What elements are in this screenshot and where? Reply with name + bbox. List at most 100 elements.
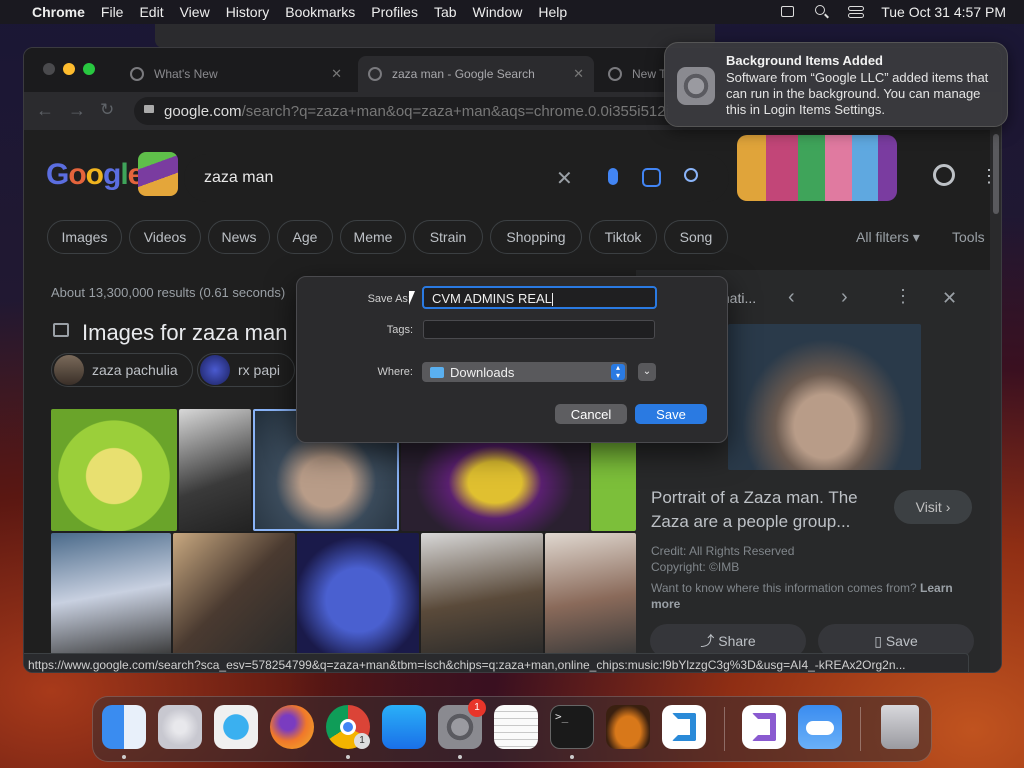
address-host: google.com [164,102,242,120]
close-window-button[interactable] [43,63,55,75]
menu-history[interactable]: History [218,4,278,20]
search-box[interactable]: zaza man ✕ [184,154,729,202]
zoom-window-button[interactable] [83,63,95,75]
forward-arrow-icon[interactable]: → [68,100,86,121]
filter-chip-images[interactable]: Images [47,220,122,254]
dock-separator [724,707,725,751]
preview-title[interactable]: Portrait of a Zaza man. The Zaza are a p… [651,486,891,534]
image-result[interactable] [179,409,251,531]
running-indicator [122,755,126,759]
tags-label: Tags: [386,324,413,336]
google-favicon-icon [130,67,144,81]
settings-gear-icon[interactable] [933,164,955,186]
page-scrollbar[interactable] [990,130,1001,672]
dock-garageband-icon[interactable] [606,705,650,749]
image-result[interactable] [297,533,419,655]
close-panel-icon[interactable]: ✕ [942,288,957,309]
next-image-icon[interactable]: › [841,286,848,309]
running-indicator [346,755,350,759]
microphone-icon[interactable] [608,168,618,185]
filter-chip-shopping[interactable]: Shopping [490,220,582,254]
where-popup-button[interactable]: Downloads ▴ ▾ [422,362,627,382]
google-doodle-logo[interactable]: Google [46,152,178,196]
filter-chip-song[interactable]: Song [664,220,728,254]
menu-bookmarks[interactable]: Bookmarks [277,4,363,20]
filter-chip-videos[interactable]: Videos [129,220,201,254]
menu-view[interactable]: View [172,4,218,20]
menu-help[interactable]: Help [530,4,575,20]
back-arrow-icon[interactable]: ← [36,100,54,121]
menu-file[interactable]: File [93,4,132,20]
notification-title: Background Items Added [726,53,883,68]
clear-search-icon[interactable]: ✕ [556,166,573,191]
menu-edit[interactable]: Edit [131,4,171,20]
dock-weather-icon[interactable] [798,705,842,749]
dock-firefox-icon[interactable] [270,705,314,749]
tools-button[interactable]: Tools [952,229,985,245]
menu-app-name[interactable]: Chrome [24,4,93,20]
tab-zaza-man[interactable]: zaza man - Google Search ✕ [358,56,594,92]
filter-chip-tiktok[interactable]: Tiktok [589,220,657,254]
expand-dialog-button[interactable]: ⌄ [638,363,656,381]
preview-image[interactable] [728,324,921,470]
related-search-zaza-pachulia[interactable]: zaza pachulia [51,353,193,387]
filter-chip-news[interactable]: News [208,220,270,254]
all-filters-label: All filters [856,229,909,245]
control-center-icon[interactable] [848,5,865,19]
background-items-notification[interactable]: Background Items Added Software from “Go… [664,42,1008,127]
save-button[interactable]: Save [635,404,707,424]
close-tab-icon[interactable]: ✕ [573,66,584,82]
image-result[interactable] [51,409,177,531]
address-path: /search?q=zaza+man&oq=zaza+man&aqs=chrom… [241,102,669,120]
filter-chip-strain[interactable]: Strain [413,220,483,254]
filename-field[interactable]: CVM ADMINS REAL [422,286,657,309]
menu-tab[interactable]: Tab [426,4,465,20]
running-indicator [570,755,574,759]
menu-profiles[interactable]: Profiles [363,4,426,20]
running-indicator [458,755,462,759]
all-filters-button[interactable]: All filters ▾ [856,229,920,246]
image-result[interactable] [545,533,636,655]
cancel-button[interactable]: Cancel [555,404,627,424]
tab-label: zaza man - Google Search [392,67,535,81]
dock-vscode-icon[interactable] [662,705,706,749]
dock-textedit-icon[interactable] [494,705,538,749]
previous-image-icon[interactable]: ‹ [788,286,795,309]
dock-launchpad-icon[interactable] [158,705,202,749]
tab-whats-new[interactable]: What's New ✕ [120,56,352,92]
dock-trash-icon[interactable] [881,705,919,749]
results-stats: About 13,300,000 results (0.61 seconds) [51,285,286,300]
image-result[interactable] [173,533,295,655]
tags-field[interactable] [423,320,655,339]
dock-chrome-icon[interactable]: 1 [326,705,370,749]
visit-button[interactable]: Visit › [894,490,972,524]
image-result[interactable] [51,533,171,655]
image-result[interactable] [421,533,543,655]
menu-window[interactable]: Window [465,4,531,20]
more-options-icon[interactable]: ⋮ [894,286,912,307]
screen-mirroring-icon[interactable] [780,5,796,19]
copyright-text: Copyright: ©IMB [651,560,740,574]
popup-chevron-icon: ▴ ▾ [611,364,625,380]
menu-clock[interactable]: Tue Oct 31 4:57 PM [873,4,1024,20]
credit-text: Credit: All Rights Reserved [651,544,795,558]
images-section-title[interactable]: Images for zaza man [82,320,287,346]
dock-system-settings-icon[interactable]: 1 [438,699,486,749]
mouse-pointer-icon [409,291,415,305]
lens-camera-icon[interactable] [642,168,661,187]
dock-safari-icon[interactable] [214,705,258,749]
filter-chip-age[interactable]: Age [277,220,333,254]
related-search-rx-papi[interactable]: rx papi [197,353,296,387]
reload-icon[interactable]: ↻ [100,100,114,120]
minimize-window-button[interactable] [63,63,75,75]
dock-terminal-icon[interactable]: >_ [550,705,594,749]
halloween-doodle-characters [737,135,897,201]
close-tab-icon[interactable]: ✕ [331,66,342,82]
search-icon[interactable] [684,168,698,182]
dock-visual-studio-icon[interactable] [742,705,786,749]
dock-app-store-icon[interactable] [382,705,426,749]
dock-finder-icon[interactable] [102,705,146,749]
status-bar-url: https://www.google.com/search?sca_esv=57… [24,653,969,672]
spotlight-search-icon[interactable] [814,5,830,19]
filter-chip-meme[interactable]: Meme [340,220,406,254]
